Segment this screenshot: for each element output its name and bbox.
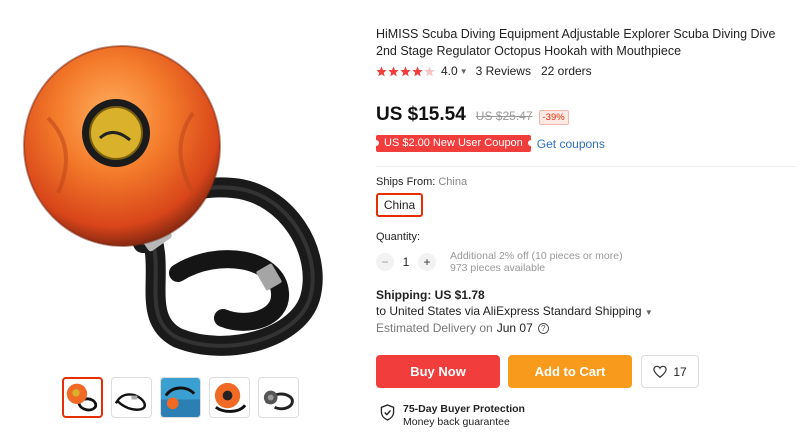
orders-count: 22 orders bbox=[540, 64, 592, 78]
ship-from-option-china[interactable]: China bbox=[376, 193, 423, 217]
star-icon bbox=[388, 66, 399, 76]
quantity-info: Additional 2% off (10 pieces or more) 97… bbox=[450, 250, 623, 274]
shipping-destination: to United States via AliExpress Standard… bbox=[376, 304, 642, 318]
quantity-input[interactable]: 1 bbox=[394, 255, 418, 269]
rating-row: 4.0 ▼ 3 Reviews 22 orders bbox=[376, 64, 592, 78]
wishlist-count: 17 bbox=[673, 364, 687, 379]
wishlist-button[interactable]: 17 bbox=[641, 355, 699, 388]
discount-badge: -39% bbox=[538, 110, 569, 125]
thumbnail-strip bbox=[62, 377, 299, 418]
star-empty-icon bbox=[424, 66, 435, 76]
heart-icon bbox=[653, 365, 668, 378]
protection-title: 75-Day Buyer Protection bbox=[403, 403, 525, 415]
thumbnail-3[interactable] bbox=[160, 377, 201, 418]
buyer-protection: 75-Day Buyer Protection Money back guara… bbox=[380, 403, 525, 429]
get-coupons-link[interactable]: Get coupons bbox=[537, 137, 605, 151]
quantity-increase-button[interactable]: + bbox=[418, 253, 436, 271]
price-row: US $15.54 US $25.47 -39% bbox=[376, 104, 569, 126]
shipping-cost: Shipping: US $1.78 bbox=[376, 288, 485, 302]
rating-value[interactable]: 4.0 bbox=[441, 64, 458, 78]
thumbnail-5[interactable] bbox=[258, 377, 299, 418]
estimated-delivery: Estimated Delivery on Jun 07 ? bbox=[376, 321, 549, 335]
protection-subtitle: Money back guarantee bbox=[403, 416, 510, 428]
shield-check-icon bbox=[380, 404, 395, 421]
thumbnail-2[interactable] bbox=[111, 377, 152, 418]
reviews-link[interactable]: 3 Reviews bbox=[476, 64, 531, 78]
thumbnail-1[interactable] bbox=[62, 377, 103, 418]
quantity-decrease-button[interactable]: − bbox=[376, 253, 394, 271]
delivery-label: Estimated Delivery on bbox=[376, 321, 493, 335]
help-icon[interactable]: ? bbox=[537, 322, 549, 334]
chevron-down-icon[interactable]: ▼ bbox=[460, 67, 468, 76]
current-price: US $15.54 bbox=[376, 104, 466, 125]
protection-text: 75-Day Buyer Protection Money back guara… bbox=[403, 403, 525, 429]
star-icon bbox=[412, 66, 423, 76]
divider bbox=[376, 166, 796, 167]
product-title: HiMISS Scuba Diving Equipment Adjustable… bbox=[376, 27, 776, 58]
star-icon bbox=[400, 66, 411, 76]
chevron-down-icon: ▼ bbox=[644, 308, 653, 317]
quantity-stepper: − 1 + Additional 2% off (10 pieces or mo… bbox=[376, 250, 623, 274]
thumbnail-4[interactable] bbox=[209, 377, 250, 418]
ships-from-label: Ships From: China bbox=[376, 176, 467, 188]
ships-from-title: Ships From: bbox=[376, 176, 436, 188]
shipping-label: Shipping: US $1.78 bbox=[376, 288, 485, 302]
shipping-method-selector[interactable]: to United States via AliExpress Standard… bbox=[376, 304, 661, 318]
regulator-image bbox=[23, 45, 323, 356]
star-icon bbox=[376, 66, 387, 76]
quantity-label: Quantity: bbox=[376, 231, 421, 243]
product-main-image[interactable] bbox=[18, 18, 336, 358]
rating-stars[interactable] bbox=[376, 66, 435, 77]
delivery-date: Jun 07 bbox=[496, 321, 533, 335]
buy-now-button[interactable]: Buy Now bbox=[376, 355, 500, 388]
coupon-row: US $2.00 New User Coupon Get coupons bbox=[373, 135, 605, 152]
add-to-cart-button[interactable]: Add to Cart bbox=[508, 355, 632, 388]
ships-from-value: China bbox=[438, 176, 468, 188]
product-gallery bbox=[0, 0, 352, 442]
new-user-coupon[interactable]: US $2.00 New User Coupon bbox=[373, 135, 534, 152]
stock-available: 973 pieces available bbox=[450, 262, 546, 274]
bulk-discount-note: Additional 2% off (10 pieces or more) bbox=[450, 250, 623, 262]
original-price: US $25.47 bbox=[475, 109, 533, 123]
